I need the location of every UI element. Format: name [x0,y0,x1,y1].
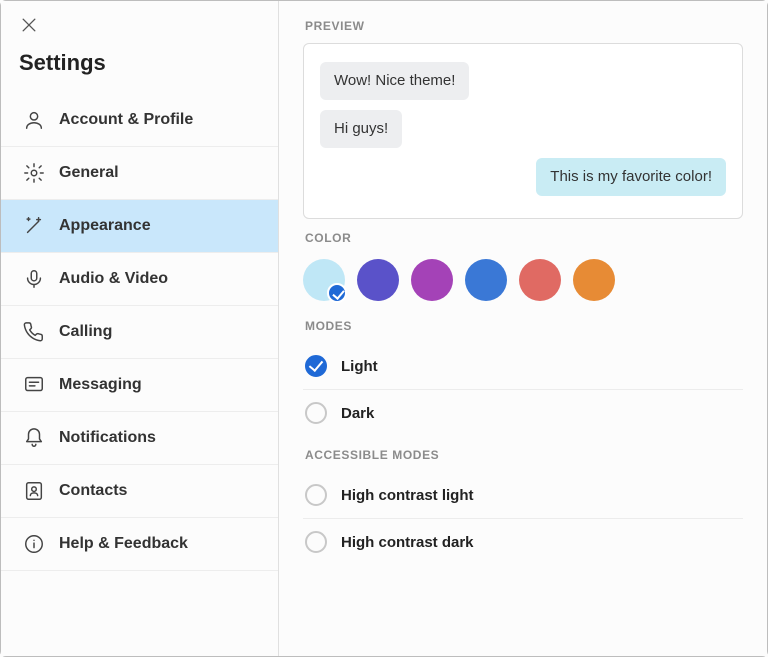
color-swatch-2[interactable] [411,259,453,301]
accessible-mode-label: High contrast dark [341,534,474,551]
radio-icon [305,531,327,553]
mode-label: Dark [341,405,374,422]
sidebar-item-label: General [59,164,119,182]
sidebar-item-label: Contacts [59,482,127,500]
sidebar-item-appearance[interactable]: Appearance [1,200,278,253]
accessible-modes-section-label: ACCESSIBLE MODES [305,448,743,462]
radio-icon [305,355,327,377]
mode-option[interactable]: Dark [303,390,743,436]
settings-nav: Account & Profile General Appearance Aud… [1,94,278,571]
sidebar-item-help[interactable]: Help & Feedback [1,518,278,571]
sidebar-item-label: Help & Feedback [59,535,188,553]
sidebar-item-label: Messaging [59,376,142,394]
modes-list: Light Dark [303,343,743,436]
microphone-icon [23,268,45,290]
contacts-icon [23,480,45,502]
gear-icon [23,162,45,184]
accessible-mode-option[interactable]: High contrast dark [303,519,743,565]
preview-message-incoming: Wow! Nice theme! [320,62,469,100]
preview-message-incoming: Hi guys! [320,110,402,148]
theme-preview: Wow! Nice theme! Hi guys! This is my fav… [303,43,743,219]
radio-icon [305,402,327,424]
accessible-modes-list: High contrast light High contrast dark [303,472,743,565]
sidebar-item-notifications[interactable]: Notifications [1,412,278,465]
accessible-mode-option[interactable]: High contrast light [303,472,743,519]
preview-section-label: PREVIEW [305,19,743,33]
color-swatch-3[interactable] [465,259,507,301]
sidebar-item-general[interactable]: General [1,147,278,200]
color-swatch-1[interactable] [357,259,399,301]
radio-icon [305,484,327,506]
sidebar-item-messaging[interactable]: Messaging [1,359,278,412]
color-swatch-4[interactable] [519,259,561,301]
phone-icon [23,321,45,343]
preview-message-outgoing: This is my favorite color! [536,158,726,196]
sidebar-item-label: Calling [59,323,112,341]
sidebar-item-label: Audio & Video [59,270,168,288]
settings-title: Settings [1,46,278,94]
sidebar-item-contacts[interactable]: Contacts [1,465,278,518]
color-swatch-row [303,255,743,307]
color-section-label: COLOR [305,231,743,245]
sidebar-item-account[interactable]: Account & Profile [1,94,278,147]
mode-option[interactable]: Light [303,343,743,390]
sidebar-item-label: Appearance [59,217,151,235]
mode-label: Light [341,358,378,375]
bell-icon [23,427,45,449]
modes-section-label: MODES [305,319,743,333]
sidebar-item-label: Account & Profile [59,111,193,129]
settings-sidebar: Settings Account & Profile General Appea… [1,1,279,656]
appearance-panel: PREVIEW Wow! Nice theme! Hi guys! This i… [279,1,767,656]
accessible-mode-label: High contrast light [341,487,474,504]
close-icon[interactable] [19,15,39,35]
color-swatch-5[interactable] [573,259,615,301]
sidebar-item-audio-video[interactable]: Audio & Video [1,253,278,306]
wand-icon [23,215,45,237]
sidebar-item-label: Notifications [59,429,156,447]
person-icon [23,109,45,131]
color-swatch-0[interactable] [303,259,345,301]
message-icon [23,374,45,396]
sidebar-item-calling[interactable]: Calling [1,306,278,359]
info-icon [23,533,45,555]
